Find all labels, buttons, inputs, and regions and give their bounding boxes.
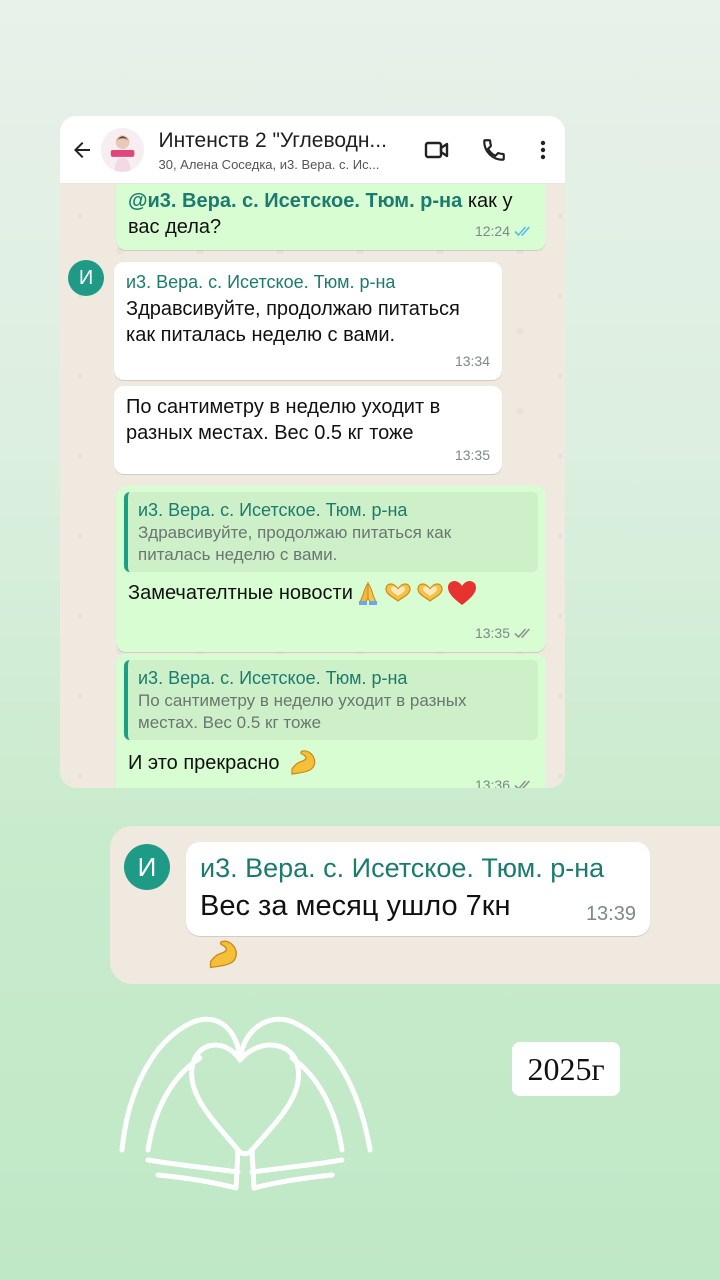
message-outgoing[interactable]: @и3. Вера. с. Исетское. Тюм. р-на как у …: [116, 174, 546, 250]
message-incoming[interactable]: По сантиметру в неделю уходит в разных м…: [114, 386, 502, 474]
message-sender[interactable]: и3. Вера. с. Исетское. Тюм. р-на: [126, 270, 490, 294]
quoted-sender: и3. Вера. с. Исетское. Тюм. р-на: [138, 668, 408, 688]
phone-icon: [483, 138, 506, 161]
chat-header: Интенств 2 "Углеводн... 30, Алена Соседк…: [60, 116, 565, 184]
message-body: Вес за месяц ушло 7кн: [200, 890, 511, 922]
quoted-text: Здравсивуйте, продолжаю питаться как пит…: [138, 523, 452, 564]
quoted-sender: и3. Вера. с. Исетское. Тюм. р-на: [138, 500, 408, 520]
message-sender[interactable]: и3. Вера. с. Исетское. Тюм. р-на: [200, 852, 636, 884]
member-avatar[interactable]: И: [124, 844, 170, 890]
message-body: По сантиметру в неделю уходит в разных м…: [126, 396, 441, 444]
more-options-icon: [541, 140, 546, 159]
mention-link[interactable]: @и3. Вера. с. Исетское. Тюм. р-на: [128, 190, 462, 212]
message-time: 13:34: [454, 353, 490, 369]
message-text: Замечателтные новости: [124, 580, 538, 606]
heart-hands-drawing: [119, 1016, 373, 1191]
message-time: 13:35: [454, 447, 490, 463]
double-check-icon: [514, 628, 530, 639]
flexed-biceps-emoji: [209, 940, 237, 969]
message-incoming[interactable]: и3. Вера. с. Исетское. Тюм. р-на Вес за …: [186, 842, 650, 936]
video-call-button[interactable]: [416, 128, 459, 172]
zoomed-message-card: И и3. Вера. с. Исетское. Тюм. р-на Вес з…: [110, 826, 720, 984]
double-check-icon: [514, 226, 530, 237]
double-check-icon: [514, 780, 530, 788]
heart-hands-emoji: [385, 583, 411, 602]
message-outgoing-reply[interactable]: и3. Вера. с. Исетское. Тюм. р-на По сант…: [116, 654, 546, 788]
quoted-message[interactable]: и3. Вера. с. Исетское. Тюм. р-на Здравси…: [124, 492, 538, 572]
red-heart-emoji: [447, 581, 476, 605]
message-outgoing-reply[interactable]: и3. Вера. с. Исетское. Тюм. р-на Здравси…: [116, 486, 546, 652]
message-body: Замечателтные новости: [128, 582, 353, 604]
voice-call-button[interactable]: [473, 128, 516, 172]
chat-title-block[interactable]: Интенств 2 "Углеводн... 30, Алена Соседк…: [158, 128, 415, 172]
back-button[interactable]: [64, 132, 99, 168]
flexed-biceps-emoji: [290, 750, 315, 775]
more-options-button[interactable]: [522, 128, 565, 172]
message-time: 12:24: [475, 218, 534, 244]
quoted-text: По сантиметру в неделю уходит в разных м…: [138, 691, 467, 732]
pray-emoji: [358, 581, 377, 605]
member-avatar[interactable]: И: [68, 260, 104, 296]
video-call-icon: [424, 141, 449, 158]
message-body: Здравсивуйте, продолжаю питаться как пит…: [126, 298, 460, 346]
group-avatar[interactable]: [101, 127, 145, 172]
message-time: 13:36: [475, 772, 534, 788]
heart-hands-emoji: [417, 583, 443, 602]
chat-participants: 30, Алена Соседка, и3. Вера. с. Ис...: [158, 156, 380, 172]
message-time: 13:35: [475, 620, 534, 646]
message-body: И это прекрасно: [128, 752, 280, 774]
message-incoming[interactable]: и3. Вера. с. Исетское. Тюм. р-на Здравси…: [114, 262, 502, 380]
group-avatar-image: [101, 127, 145, 172]
message-time: 13:39: [585, 903, 636, 925]
back-arrow-icon: [73, 141, 90, 158]
chat-screenshot-card: Интенств 2 "Углеводн... 30, Алена Соседк…: [60, 116, 565, 788]
year-label: 2025г: [512, 1042, 620, 1096]
chat-title: Интенств 2 "Углеводн...: [158, 128, 387, 152]
message-text: @и3. Вера. с. Исетское. Тюм. р-на как у …: [128, 188, 528, 240]
quoted-message[interactable]: и3. Вера. с. Исетское. Тюм. р-на По сант…: [124, 660, 538, 740]
